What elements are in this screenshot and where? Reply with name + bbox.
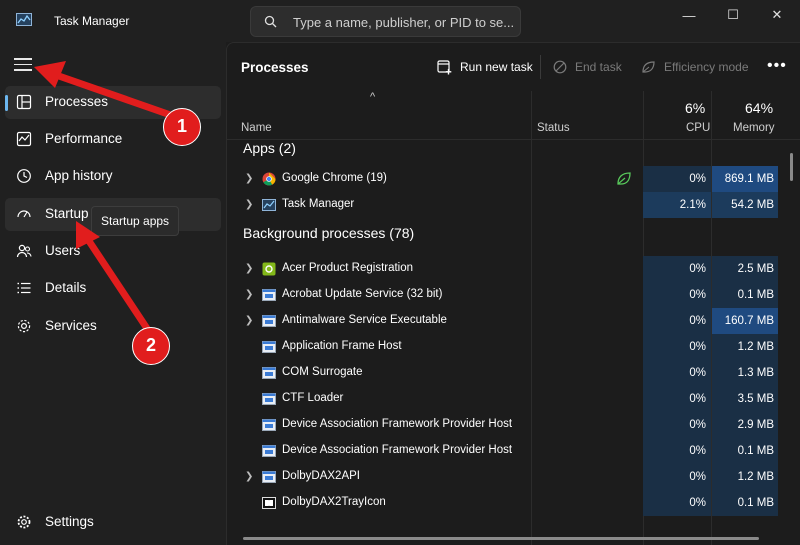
annotation-arrow-1 <box>34 61 186 123</box>
annotation-arrow-2 <box>76 221 154 337</box>
callout-2: 2 <box>132 327 170 365</box>
annotation-arrows <box>34 61 186 337</box>
callout-1: 1 <box>163 108 201 146</box>
